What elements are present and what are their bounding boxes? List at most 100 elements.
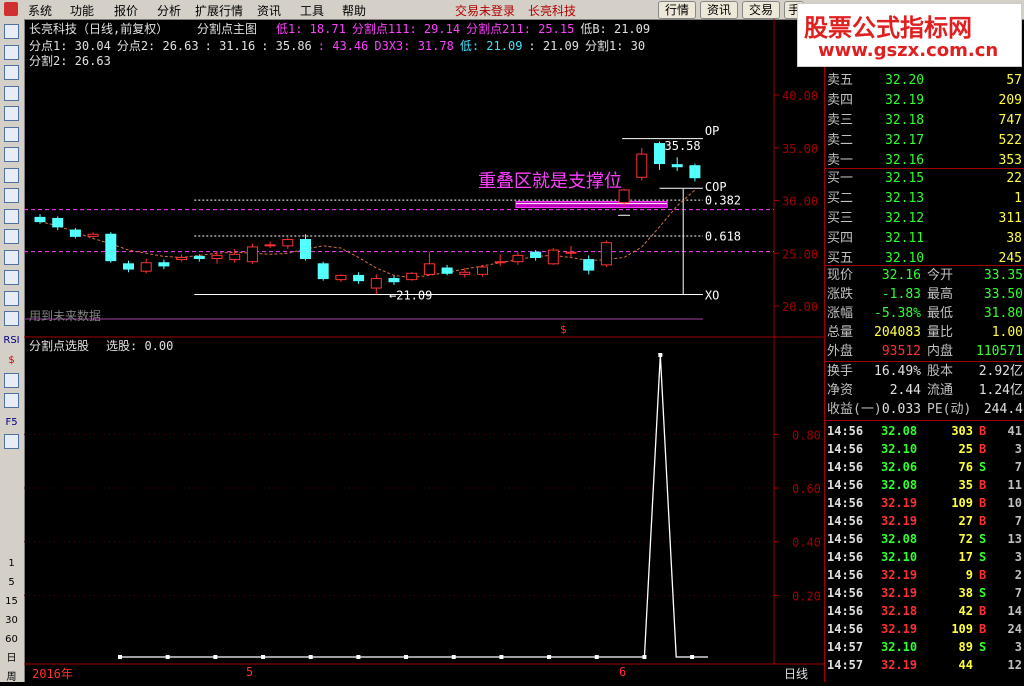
money-icon[interactable]: $ — [3, 352, 20, 369]
kline-icon[interactable] — [4, 147, 19, 162]
stat-value: 204083 — [874, 325, 921, 340]
trade-row-5: 14:56 32.19 27 B 7 — [825, 512, 1024, 530]
trade-side: B — [979, 568, 987, 582]
indicator-value-3: 低B: 21.09 — [580, 22, 651, 36]
ask-row-2: 卖三 32.18 747 — [825, 111, 1024, 130]
quote-panel: 委比-58.74%委差-1277卖五32.2057卖四32.19209卖三32.… — [824, 19, 1024, 682]
period-0-button[interactable]: 1 — [3, 555, 20, 572]
bid-label: 买一 — [827, 171, 854, 186]
rsi-icon[interactable]: RSI — [3, 332, 20, 349]
menu-system[interactable]: 系统 — [28, 2, 52, 19]
trend-icon[interactable] — [4, 311, 19, 326]
tab-trade[interactable]: 交易 — [742, 1, 780, 19]
news-icon[interactable] — [4, 208, 19, 224]
f12-icon[interactable] — [4, 249, 19, 265]
bid-row-0: 买一 32.15 22 — [825, 169, 1024, 188]
menu-tools[interactable]: 工具 — [300, 2, 324, 19]
bid-volume: 22 — [1006, 171, 1022, 186]
f10-icon[interactable] — [4, 188, 19, 203]
f5-icon[interactable]: F5 — [3, 414, 20, 431]
indicator2-value-2: : 31.16 — [204, 39, 256, 53]
ask-volume: 209 — [998, 93, 1022, 108]
trade-volume: 17 — [958, 550, 973, 564]
candle-26 — [494, 261, 506, 264]
ask-price: 32.17 — [885, 133, 925, 148]
trade-count: 2 — [1014, 568, 1022, 582]
quote-list-icon[interactable] — [4, 85, 19, 101]
menu-analysis[interactable]: 分析 — [157, 2, 181, 19]
trade-side: B — [979, 478, 987, 492]
y-tick-label-0: 40.00 — [782, 89, 818, 103]
trade-row-0: 14:56 32.08 303 B 41 — [825, 422, 1024, 440]
menu-info[interactable]: 资讯 — [257, 2, 281, 19]
grid-icon[interactable] — [4, 106, 19, 121]
tab-news[interactable]: 资讯 — [700, 1, 738, 19]
trade-price: 32.06 — [881, 460, 918, 474]
trade-row-8: 14:56 32.19 9 B 2 — [825, 566, 1024, 584]
menu-help[interactable]: 帮助 — [342, 2, 366, 19]
x-axis-label-year: 2016年 — [32, 667, 73, 681]
back-icon[interactable] — [4, 24, 19, 39]
tab-quote[interactable]: 行情 — [658, 1, 696, 19]
signal-dot-15 — [356, 655, 361, 659]
menu-function[interactable]: 功能 — [70, 2, 94, 19]
signal-dot-30 — [594, 655, 599, 659]
refresh-icon[interactable] — [4, 434, 19, 449]
level-label-cop: COP — [705, 180, 727, 194]
chart-indicator-values-3: 分割2: 26.63 — [29, 54, 111, 68]
candle-22 — [423, 263, 435, 275]
candle-25 — [477, 266, 488, 275]
signal-line — [120, 354, 708, 658]
trade-price: 32.19 — [881, 496, 918, 510]
trade-count: 7 — [1014, 460, 1022, 474]
fund-value-2: 1.24亿 — [978, 383, 1023, 398]
up-icon[interactable] — [4, 44, 19, 60]
signal-dot-3 — [165, 655, 170, 659]
trade-time: 14:56 — [827, 496, 864, 510]
sub-y-tick-label-2: 0.40 — [792, 536, 821, 550]
line-chart-icon[interactable] — [4, 126, 19, 142]
stat-value-2: 33.35 — [983, 268, 1023, 283]
period-6-button[interactable]: 周 — [3, 669, 20, 686]
candle-23 — [441, 267, 453, 274]
fund-value-2: 244.4 — [983, 402, 1023, 417]
trade-count: 24 — [1007, 622, 1022, 636]
period-5-button[interactable]: 日 — [3, 650, 20, 667]
ask-price: 32.20 — [885, 73, 925, 88]
signal-dot-24 — [499, 655, 504, 659]
pen-icon[interactable] — [4, 393, 19, 408]
period-3-button[interactable]: 30 — [3, 612, 20, 629]
period-4-button[interactable]: 60 — [3, 631, 20, 648]
indicator2-value-0: 分点1: 30.04 — [29, 39, 111, 53]
bid-volume: 38 — [1006, 231, 1022, 246]
trade-row-11: 14:56 32.19 109 B 24 — [825, 620, 1024, 638]
ask-volume: 747 — [998, 113, 1022, 128]
report-icon[interactable] — [4, 229, 19, 244]
bid-volume: 1 — [1014, 191, 1022, 206]
period-1-button[interactable]: 5 — [3, 574, 20, 591]
period-label[interactable]: 日线 — [784, 665, 808, 682]
candle-36 — [671, 164, 683, 168]
ask-label: 卖五 — [827, 73, 854, 88]
candle-4 — [105, 233, 117, 262]
stat-label-2: 最低 — [927, 306, 954, 321]
down-icon[interactable] — [4, 65, 19, 80]
trade-volume: 76 — [958, 460, 973, 474]
multi-window-icon[interactable] — [4, 167, 19, 183]
period-2-button[interactable]: 15 — [3, 593, 20, 610]
fund-row-0: 换手 16.49% 股本 2.92亿 — [825, 362, 1024, 381]
candle-13 — [264, 244, 276, 247]
function-icon[interactable] — [4, 270, 19, 285]
trade-time: 14:56 — [827, 460, 864, 474]
trade-row-10: 14:56 32.18 42 B 14 — [825, 602, 1024, 620]
menu-quote[interactable]: 报价 — [114, 2, 138, 19]
trade-row-6: 14:56 32.08 72 S 13 — [825, 530, 1024, 548]
trade-time: 14:57 — [827, 658, 864, 672]
signal-dot-9 — [261, 655, 266, 659]
trade-price: 32.08 — [881, 532, 918, 546]
watermark-logo: 股票公式指标网 www.gszx.com.cn — [797, 3, 1022, 67]
cross-icon[interactable] — [4, 372, 19, 388]
menu-extended-quote[interactable]: 扩展行情 — [195, 2, 243, 19]
circle-icon[interactable] — [4, 290, 19, 306]
trade-time: 14:57 — [827, 640, 864, 654]
